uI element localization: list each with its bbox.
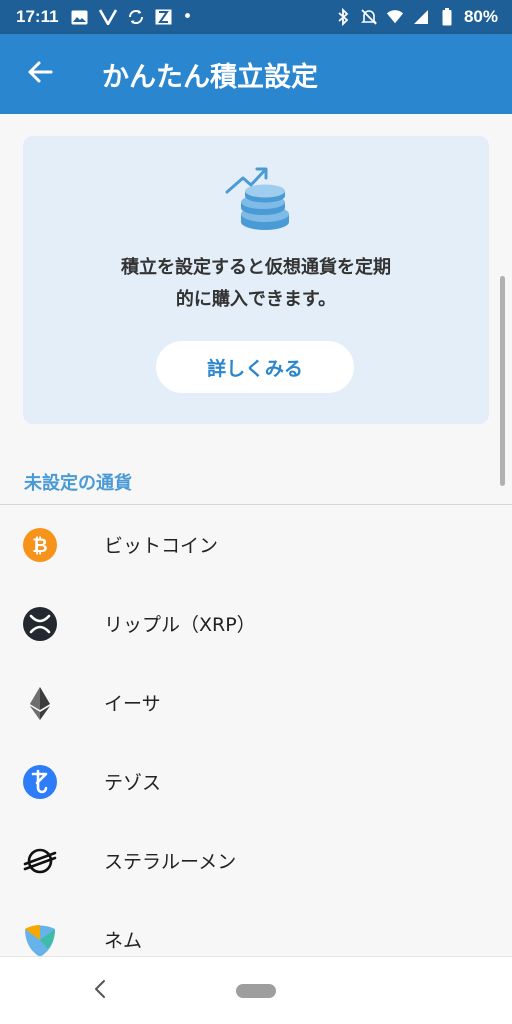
tezos-icon [22, 764, 58, 800]
gallery-icon [71, 8, 89, 26]
wifi-icon [386, 8, 404, 26]
system-icons: 80% [334, 7, 498, 27]
xrp-icon [22, 606, 58, 642]
currency-item-nem[interactable]: ネム [0, 900, 512, 956]
currency-item-xrp[interactable]: リップル（XRP） [0, 584, 512, 663]
notification-icons: • [71, 7, 193, 27]
nav-back-button[interactable] [88, 977, 112, 1005]
info-line-2: 的に購入できます。 [175, 289, 337, 310]
battery-icon [438, 8, 456, 26]
nem-icon [22, 922, 58, 956]
currency-name: ステラルーメン [104, 851, 237, 873]
info-description: 積立を設定すると仮想通貨を定期 的に購入できます。 [23, 252, 489, 316]
currency-name: ネム [104, 930, 143, 952]
info-card: 積立を設定すると仮想通貨を定期 的に購入できます。 詳しくみる [23, 136, 489, 424]
svg-text:₿: ₿ [32, 535, 47, 557]
ethereum-icon [22, 685, 58, 721]
bluetooth-icon [334, 8, 352, 26]
currency-item-stellar[interactable]: ステラルーメン [0, 821, 512, 900]
currency-name: ビットコイン [104, 535, 219, 557]
currency-item-bitcoin[interactable]: ₿ ビットコイン [0, 505, 512, 584]
section-header-unset-currencies: 未設定の通貨 [24, 473, 132, 494]
page-title: かんたん積立設定 [102, 61, 318, 93]
scroll-indicator[interactable] [500, 276, 505, 486]
x-app-icon [155, 8, 173, 26]
currency-item-tezos[interactable]: テゾス [0, 742, 512, 821]
app-bar: かんたん積立設定 [0, 34, 512, 114]
currency-name: テゾス [104, 772, 162, 794]
signal-icon [412, 8, 430, 26]
arrow-back-icon [27, 60, 53, 88]
coins-growth-icon [221, 164, 293, 236]
chevron-left-icon [93, 978, 107, 1004]
notifications-off-icon [360, 8, 378, 26]
battery-percentage: 80% [463, 7, 498, 26]
navigation-bar [0, 956, 512, 1024]
bitcoin-icon: ₿ [22, 527, 58, 563]
v-app-icon [98, 8, 117, 26]
stellar-icon [22, 843, 58, 879]
status-time: 17:11 [16, 7, 59, 26]
currency-item-ether[interactable]: イーサ [0, 663, 512, 742]
status-bar: 17:11 • 80% [0, 0, 512, 34]
currency-list: ₿ ビットコイン リップル（XRP） イーサ テゾス ステラルーメン ネム [0, 505, 512, 956]
currency-name: イーサ [104, 693, 161, 715]
sync-app-icon [127, 8, 145, 26]
home-pill-button[interactable] [236, 984, 276, 998]
status-dot: • [182, 7, 193, 27]
back-button[interactable] [0, 34, 80, 114]
info-line-1: 積立を設定すると仮想通貨を定期 [121, 257, 391, 278]
main-content: 積立を設定すると仮想通貨を定期 的に購入できます。 詳しくみる 未設定の通貨 ₿… [0, 114, 512, 956]
currency-name: リップル（XRP） [104, 614, 256, 636]
details-button[interactable]: 詳しくみる [156, 341, 354, 393]
